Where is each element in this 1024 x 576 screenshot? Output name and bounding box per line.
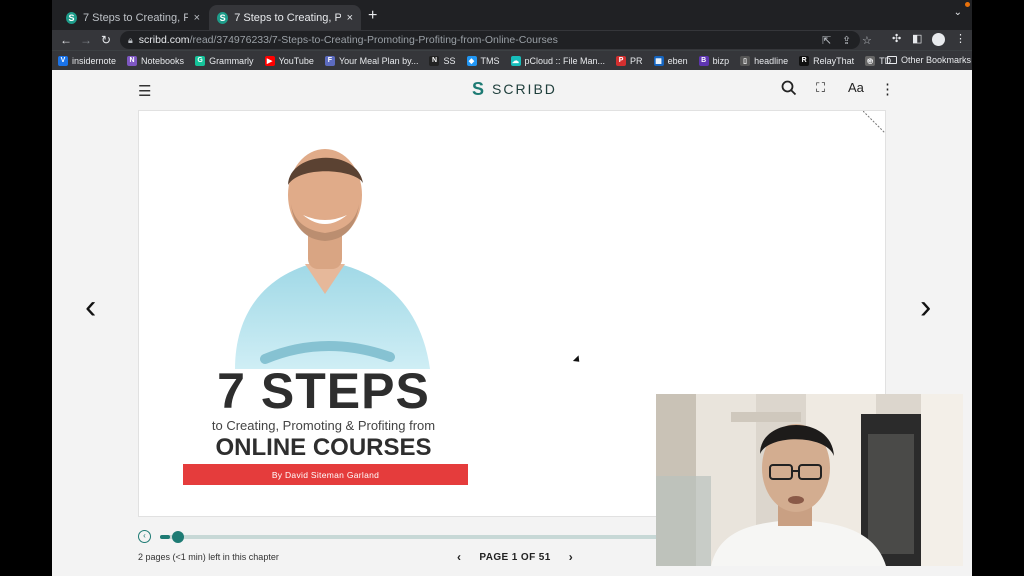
scribd-logo-text: SCRIBD [492, 81, 557, 97]
share-icon[interactable]: ⇪ [842, 34, 851, 47]
open-external-icon[interactable]: ⇱ [822, 34, 831, 47]
more-bookmarks-button[interactable]: » [867, 55, 872, 65]
tab-title: 7 Steps to Creating, Promoting [83, 11, 188, 24]
extensions-puzzle-icon[interactable]: ✣ [892, 32, 901, 45]
progress-knob[interactable] [172, 531, 185, 543]
fullscreen-icon[interactable]: ⛶ [816, 80, 825, 96]
bookmark-label: headline [754, 55, 789, 66]
tab-strip: S 7 Steps to Creating, Promoting × S 7 S… [52, 0, 972, 30]
bookmark-favicon-icon: ▯ [740, 55, 751, 66]
cover-subtitle: to Creating, Promoting & Profiting from [211, 418, 436, 433]
bookmark-item[interactable]: Bbizp [698, 55, 730, 66]
url-path: /read/374976233/7-Steps-to-Creating-Prom… [189, 34, 558, 46]
reading-progress-slider[interactable] [160, 531, 680, 543]
bookmark-favicon-icon: G [195, 55, 206, 66]
bookmark-item[interactable]: R RelayThat [799, 55, 855, 66]
pager-prev-chevron-icon[interactable]: ‹ [457, 550, 461, 564]
progress-fill [160, 535, 171, 539]
webcam-overlay [656, 394, 963, 566]
tab-search-chevron-icon[interactable]: ⌄ [954, 7, 962, 18]
bookmark-item[interactable]: ▯ headline [740, 55, 789, 66]
bookmarks-bar: Vinsidernote N Notebooks G Grammarly ▶ YouTube… [52, 50, 972, 70]
previous-page-chevron-icon[interactable]: ‹ [85, 288, 96, 327]
more-options-icon[interactable]: ⋮ [880, 80, 895, 98]
bookmark-favicon-icon: N [429, 55, 440, 66]
close-tab-icon[interactable]: × [194, 12, 200, 24]
tab-2-active[interactable]: S 7 Steps to Creating, Promoting × [209, 5, 361, 30]
bookmark-item[interactable]: N SS [429, 55, 456, 66]
chapter-remaining-text: 2 pages (<1 min) left in this chapter [138, 552, 279, 562]
side-panel-icon[interactable]: ◧ [912, 32, 922, 45]
bookmark-label: TMS [480, 55, 500, 66]
bookmark-favicon-icon: ▶ [264, 55, 275, 66]
book-cover: 7 STEPS to Creating, Promoting & Profiti… [183, 129, 468, 489]
bookmark-label: Grammarly [209, 55, 254, 66]
bookmark-item[interactable]: ☁ pCloud :: File Man... [510, 55, 606, 66]
bookmark-label: eben [667, 55, 688, 66]
browser-toolbar: ← → ↻ 🔒︎ scribd.com/read/374976233/7-Ste… [52, 30, 972, 50]
bookmark-item[interactable]: Vinsidernote [58, 55, 117, 66]
bookmark-item[interactable]: N Notebooks [127, 55, 185, 66]
bookmark-item[interactable]: ▦ eben [653, 55, 688, 66]
bookmark-favicon-icon: ◆ [466, 55, 477, 66]
scribd-logo-mark-icon: S [472, 79, 485, 99]
page-fold-icon [863, 111, 885, 133]
bookmark-label: insidernote [72, 55, 117, 66]
cover-title-sub: ONLINE COURSES [215, 434, 432, 461]
back-circle-icon[interactable]: ‹ [138, 530, 151, 543]
reload-button[interactable]: ↻ [96, 33, 116, 47]
bookmark-item[interactable]: ◆ TMS [466, 55, 500, 66]
close-tab-icon[interactable]: × [347, 12, 353, 24]
other-bookmarks-label: Other Bookmarks [901, 55, 972, 65]
bookmark-favicon-icon: R [799, 55, 810, 66]
bookmark-favicon-icon: P [616, 55, 627, 66]
recording-indicator-icon [965, 2, 970, 7]
bookmark-label: SS [443, 55, 456, 66]
bookmark-favicon-icon: ☁ [510, 55, 521, 66]
bookmark-label: Your Meal Plan by... [338, 55, 419, 66]
bookmark-item[interactable]: ▶ YouTube [264, 55, 314, 66]
folder-icon [887, 56, 897, 64]
bookmark-label: YouTube [278, 55, 314, 66]
author-photo [205, 129, 460, 369]
lock-icon: 🔒︎ [128, 34, 133, 45]
page-navigator: ‹ PAGE 1 OF 51 › [457, 550, 573, 564]
bookmark-favicon-icon: B [698, 55, 709, 66]
bookmark-label: PR [630, 55, 643, 66]
chrome-menu-icon[interactable]: ⋮ [955, 32, 966, 45]
url-host: scribd.com [138, 34, 190, 46]
scribd-logo[interactable]: S SCRIBD [472, 80, 557, 98]
bookmark-star-icon[interactable]: ☆ [862, 34, 872, 47]
tab-title: 7 Steps to Creating, Promoting [234, 11, 341, 24]
tab-1[interactable]: S 7 Steps to Creating, Promoting × [58, 5, 208, 30]
bookmark-item[interactable]: P PR [616, 55, 643, 66]
table-of-contents-icon[interactable]: ☰ [138, 82, 151, 100]
reader-toolbar: ☰ S SCRIBD ⛶ Aa ⋮ [52, 70, 972, 110]
forward-button[interactable]: → [76, 33, 96, 47]
next-page-chevron-icon[interactable]: › [920, 288, 931, 327]
bookmark-label: bizp [712, 55, 730, 66]
profile-avatar[interactable] [932, 33, 945, 46]
address-bar[interactable]: 🔒︎ scribd.com/read/374976233/7-Steps-to-… [120, 31, 872, 49]
scribd-favicon-icon: S [217, 11, 229, 24]
back-button[interactable]: ← [56, 33, 76, 47]
new-tab-button[interactable]: + [368, 7, 377, 25]
bookmark-item[interactable]: G Grammarly [195, 55, 254, 66]
cover-title-big: 7 STEPS [217, 363, 430, 419]
bookmark-label: Notebooks [141, 55, 185, 66]
bookmark-label: RelayThat [813, 55, 855, 66]
other-bookmarks-folder[interactable]: Other Bookmarks [887, 55, 971, 65]
bookmark-label: pCloud :: File Man... [524, 55, 606, 66]
bookmark-favicon-icon: N [127, 55, 138, 66]
font-settings-button[interactable]: Aa [848, 80, 864, 95]
bookmark-favicon-icon: F [324, 55, 335, 66]
bookmark-item[interactable]: F Your Meal Plan by... [324, 55, 419, 66]
scribd-favicon-icon: S [66, 11, 77, 24]
cover-author-bar: By David Siteman Garland [183, 464, 468, 485]
bookmark-favicon-icon: V [58, 55, 68, 66]
search-icon[interactable] [781, 80, 797, 100]
bookmark-favicon-icon: ▦ [653, 55, 664, 66]
page-indicator: PAGE 1 OF 51 [479, 551, 551, 563]
pager-next-chevron-icon[interactable]: › [569, 550, 573, 564]
